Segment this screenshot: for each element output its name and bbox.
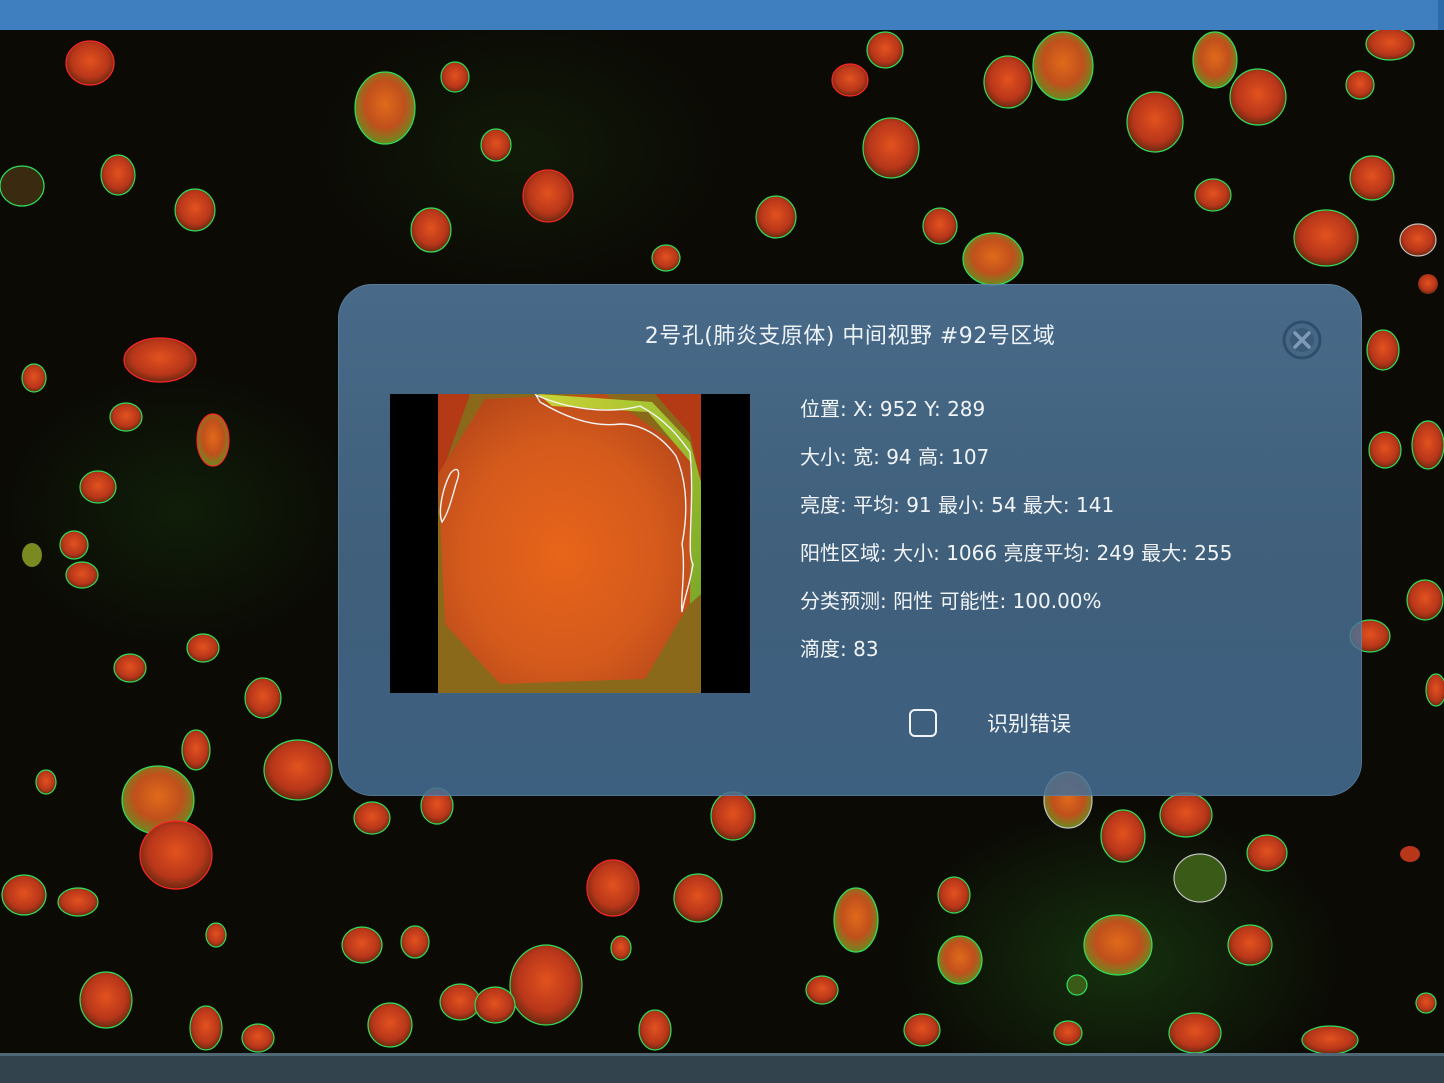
prediction-text: 分类预测: 阳性 可能性: 100.00% <box>800 589 1102 613</box>
region-detail-dialog: 2号孔(肺炎支原体) 中间视野 #92号区域 位置: X: 952 Y: 289… <box>338 284 1362 796</box>
region-info-panel: 位置: X: 952 Y: 289 大小: 宽: 94 高: 107 亮度: 平… <box>800 394 1232 682</box>
brightness-text: 亮度: 平均: 91 最小: 54 最大: 141 <box>800 493 1115 517</box>
window-title-bar <box>0 0 1444 30</box>
positive-region-text: 阳性区域: 大小: 1066 亮度平均: 249 最大: 255 <box>800 541 1233 565</box>
recognition-error-checkbox[interactable] <box>909 709 937 737</box>
titer-text: 滴度: 83 <box>800 637 879 661</box>
size-text: 大小: 宽: 94 高: 107 <box>800 445 990 469</box>
recognition-error-option: 识别错误 <box>909 708 1071 738</box>
position-text: 位置: X: 952 Y: 289 <box>800 397 986 421</box>
close-button[interactable] <box>1282 320 1322 360</box>
taskbar-top-strip <box>0 1053 1444 1056</box>
title-bar-edge <box>1438 0 1444 30</box>
close-circle-icon <box>1282 320 1322 360</box>
recognition-error-label: 识别错误 <box>987 712 1071 736</box>
dialog-title: 2号孔(肺炎支原体) 中间视野 #92号区域 <box>644 324 1056 349</box>
taskbar <box>0 1053 1444 1083</box>
region-thumbnail <box>390 394 750 693</box>
